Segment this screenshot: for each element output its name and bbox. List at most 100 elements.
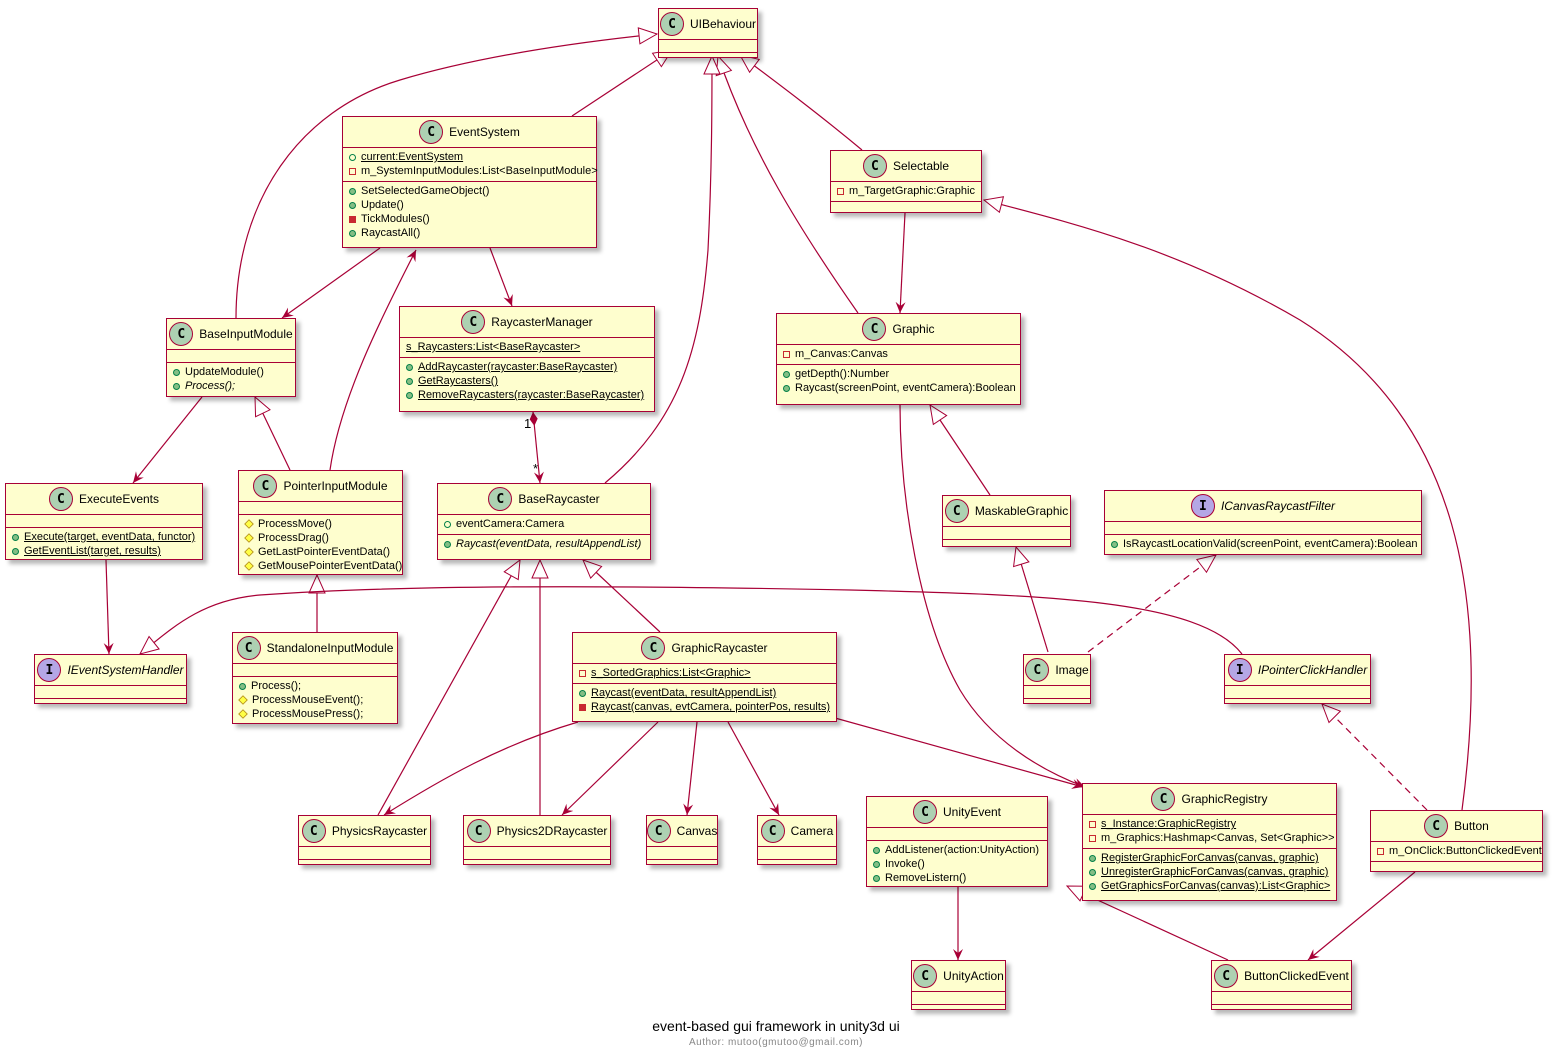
method-text: GetRaycasters()	[418, 375, 499, 387]
field-text: eventCamera:Camera	[456, 518, 565, 530]
fields-section	[1105, 521, 1421, 534]
methods-section	[758, 859, 836, 872]
method-row: ProcessMousePress();	[238, 707, 391, 721]
method-text: GetEventList(target, results)	[24, 545, 161, 557]
class-physics2-d-raycaster[interactable]: C Physics2DRaycaster	[463, 815, 611, 865]
edge-executeevents-ieventsystemhandler	[103, 559, 114, 655]
methods-section	[1212, 1004, 1351, 1017]
method-row: UpdateModule()	[173, 365, 289, 379]
class-graphic-registry[interactable]: C GraphicRegistry s_Instance:GraphicRegist…	[1082, 783, 1337, 901]
edge-selectable-graphic	[895, 212, 906, 314]
class-unity-action[interactable]: C UnityAction	[911, 960, 1006, 1010]
public-method-icon	[406, 363, 413, 371]
class-icon: C	[913, 964, 938, 988]
class-name: RaycasterManager	[491, 315, 593, 329]
method-row: ProcessDrag()	[244, 531, 396, 545]
edge-eventsystem-uibehaviour	[571, 50, 672, 117]
class-i-event-system-handler[interactable]: I IEventSystemHandler	[34, 654, 187, 704]
method-text: ProcessMove()	[258, 518, 332, 530]
methods-section	[1225, 698, 1370, 711]
method-row: Raycast(eventData, resultAppendList)	[444, 537, 644, 551]
class-base-input-module[interactable]: C BaseInputModule UpdateModule() Process();	[166, 318, 296, 397]
edge-graphicraycaster-canvas	[683, 721, 698, 816]
class-button[interactable]: C Button m_OnClick:ButtonClickedEvent	[1370, 810, 1543, 872]
class-image[interactable]: C Image	[1023, 654, 1091, 704]
class-graphic-raycaster[interactable]: C GraphicRaycaster s_SortedGraphics:List<G…	[572, 632, 837, 722]
class-icon: C	[659, 12, 684, 36]
fields-section: s_SortedGraphics:List<Graphic>	[573, 663, 836, 683]
field-text: s_Instance:GraphicRegistry	[1101, 818, 1237, 830]
method-row: GetRaycasters()	[406, 374, 648, 388]
field-text: s_SortedGraphics:List<Graphic>	[591, 667, 751, 679]
class-canvas[interactable]: C Canvas	[646, 815, 718, 865]
method-row: Execute(target, eventData, functor)	[12, 530, 196, 544]
method-text: Invoke()	[885, 858, 925, 870]
method-row: GetEventList(target, results)	[12, 544, 196, 558]
fields-section	[239, 501, 402, 514]
class-camera[interactable]: C Camera	[757, 815, 837, 865]
class-header: C Canvas	[646, 816, 717, 846]
class-icon: C	[1424, 814, 1449, 838]
method-text: ProcessMouseEvent();	[252, 694, 364, 706]
class-name: BaseRaycaster	[518, 492, 600, 506]
edge-baseinputmodule-executeevents	[132, 396, 203, 484]
public-method-icon	[873, 874, 880, 882]
class-icon: C	[461, 310, 486, 334]
class-graphic[interactable]: C Graphic m_Canvas:Canvas getDepth():Number…	[776, 313, 1021, 405]
method-row: TickModules()	[349, 212, 590, 226]
methods-section: Raycast(eventData, resultAppendList)	[438, 534, 650, 554]
class-ui-behaviour[interactable]: C UIBehaviour	[658, 8, 758, 58]
class-execute-events[interactable]: C ExecuteEvents Execute(target, eventData,…	[5, 483, 203, 560]
class-event-system[interactable]: C EventSystem current:EventSystem m_SystemI…	[342, 116, 598, 248]
edge-image-maskablegraphic	[1016, 547, 1049, 653]
class-maskable-graphic[interactable]: C MaskableGraphic	[942, 495, 1071, 547]
public-method-icon	[406, 391, 413, 399]
class-icon: C	[1151, 787, 1176, 811]
class-physics-raycaster[interactable]: C PhysicsRaycaster	[298, 815, 431, 865]
method-text: ProcessDrag()	[258, 532, 329, 544]
method-row: Raycast(eventData, resultAppendList)	[579, 686, 830, 700]
edge-graphicraycaster-graphicregistry	[834, 717, 1084, 789]
class-header: I ICanvasRaycastFilter	[1105, 491, 1421, 521]
field-row: s_Instance:GraphicRegistry	[1089, 817, 1330, 831]
field-row: eventCamera:Camera	[444, 517, 644, 531]
class-selectable[interactable]: C Selectable m_TargetGraphic:Graphic	[830, 150, 982, 213]
class-header: C Graphic	[777, 314, 1020, 344]
class-header: C BaseInputModule	[167, 319, 295, 349]
class-raycaster-manager[interactable]: C RaycasterManager s_Raycasters:List<BaseR…	[399, 306, 655, 412]
public-method-icon	[239, 682, 246, 690]
class-base-raycaster[interactable]: C BaseRaycaster eventCamera:Camera Raycast(…	[437, 483, 651, 560]
private-field-icon	[837, 187, 844, 195]
methods-section	[647, 859, 717, 872]
edge-graphicraycaster-baseraycaster	[583, 560, 661, 633]
class-header: C MaskableGraphic	[943, 496, 1070, 526]
protected-icon	[244, 519, 254, 529]
class-name: Image	[1055, 663, 1089, 677]
fields-section	[1225, 685, 1370, 698]
class-pointer-input-module[interactable]: C PointerInputModule ProcessMove() ProcessD…	[238, 470, 403, 575]
methods-section	[35, 698, 186, 711]
class-name: GraphicRegistry	[1181, 792, 1268, 806]
class-name: ICanvasRaycastFilter	[1220, 499, 1336, 513]
multiplicity-many: *	[533, 461, 539, 476]
class-standalone-input-module[interactable]: C StandaloneInputModule Process(); ProcessM…	[232, 632, 398, 724]
method-text: Process();	[251, 680, 302, 692]
class-button-clicked-event[interactable]: C ButtonClickedEvent	[1211, 960, 1352, 1010]
class-name: Physics2DRaycaster	[496, 824, 608, 838]
field-text: m_Graphics:Hashmap<Canvas, Set<Graphic>>	[1101, 832, 1335, 844]
methods-section	[912, 1004, 1005, 1017]
class-header: C Selectable	[831, 151, 981, 181]
field-row: s_SortedGraphics:List<Graphic>	[579, 666, 830, 680]
class-header: C PhysicsRaycaster	[299, 816, 430, 846]
method-text: RemoveRaycasters(raycaster:BaseRaycaster…	[418, 389, 645, 401]
method-text: Update()	[361, 199, 404, 211]
class-name: GraphicRaycaster	[671, 641, 768, 655]
diagram-author: Author: mutoo(gmutoo@gmail.com)	[688, 1037, 864, 1048]
class-i-canvas-raycast-filter[interactable]: I ICanvasRaycastFilter IsRaycastLocationVa…	[1104, 490, 1422, 555]
method-text: RemoveListern()	[885, 872, 967, 884]
field-text: current:EventSystem	[361, 151, 464, 163]
class-i-pointer-click-handler[interactable]: I IPointerClickHandler	[1224, 654, 1371, 704]
method-row: Raycast(screenPoint, eventCamera):Boolea…	[783, 381, 1016, 395]
class-icon: C	[488, 487, 513, 511]
class-unity-event[interactable]: C UnityEvent AddListener(action:UnityActio…	[866, 796, 1048, 887]
